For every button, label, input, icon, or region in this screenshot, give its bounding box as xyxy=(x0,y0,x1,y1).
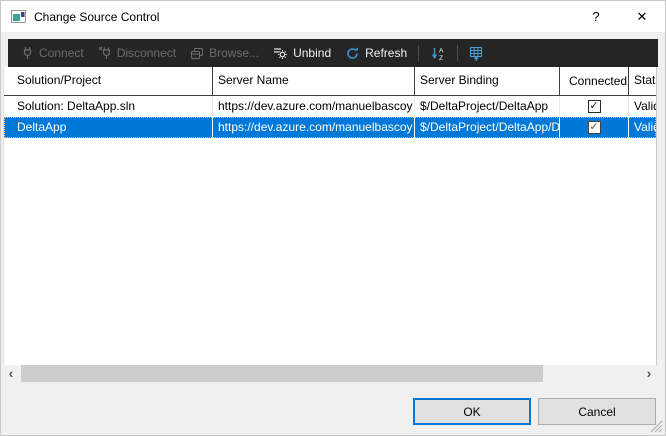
dialog-title: Change Source Control xyxy=(34,10,159,24)
close-button[interactable]: ✕ xyxy=(619,1,665,32)
column-header-solution-project[interactable]: Solution/Project xyxy=(4,67,213,95)
help-button[interactable]: ? xyxy=(573,1,619,32)
browse-button[interactable]: Browse... xyxy=(183,41,266,65)
connected-checkbox[interactable]: ✓ xyxy=(588,100,601,113)
unbind-label: Unbind xyxy=(293,46,331,60)
refresh-icon xyxy=(345,46,360,61)
browse-window-icon xyxy=(190,47,204,60)
plug-disconnect-icon xyxy=(98,46,112,60)
cell-status: Valid xyxy=(629,96,657,117)
scroll-right-arrow-icon[interactable]: › xyxy=(641,365,657,382)
toolbar-separator xyxy=(457,45,458,61)
column-header-server-name[interactable]: Server Name xyxy=(213,67,415,95)
column-header-server-binding[interactable]: Server Binding xyxy=(415,67,560,95)
unbind-icon xyxy=(273,46,288,60)
sort-letter-z: Z xyxy=(439,55,443,61)
disconnect-label: Disconnect xyxy=(117,46,176,60)
cell-solution-project: DeltaApp xyxy=(4,117,213,138)
cell-server-binding: $/DeltaProject/DeltaApp/D xyxy=(415,117,560,138)
dialog-icon xyxy=(11,10,26,23)
table-row-solution[interactable]: Solution: DeltaApp.sln https://dev.azure… xyxy=(4,96,656,117)
plug-icon xyxy=(21,46,34,60)
scrollbar-thumb[interactable] xyxy=(21,365,543,382)
connect-label: Connect xyxy=(39,46,84,60)
title-bar: Change Source Control ? ✕ xyxy=(1,1,665,32)
connected-checkbox[interactable]: ✓ xyxy=(588,121,601,134)
connect-button[interactable]: Connect xyxy=(14,41,91,65)
browse-label: Browse... xyxy=(209,46,259,60)
table-header-row: Solution/Project Server Name Server Bind… xyxy=(4,67,656,96)
table-row-deltaapp[interactable]: DeltaApp https://dev.azure.com/manuelbas… xyxy=(4,117,656,138)
cell-connected: ✓ xyxy=(560,117,629,138)
bindings-table: Solution/Project Server Name Server Bind… xyxy=(3,67,657,365)
ok-button[interactable]: OK xyxy=(413,398,531,425)
cell-server-binding: $/DeltaProject/DeltaApp xyxy=(415,96,560,117)
change-source-control-dialog: Change Source Control ? ✕ Connect Discon… xyxy=(0,0,666,436)
refresh-label: Refresh xyxy=(365,46,407,60)
horizontal-scrollbar[interactable]: ‹ › xyxy=(3,365,657,382)
sort-button[interactable]: A Z xyxy=(423,41,453,65)
unbind-button[interactable]: Unbind xyxy=(266,41,338,65)
cell-solution-project: Solution: DeltaApp.sln xyxy=(4,96,213,117)
refresh-button[interactable]: Refresh xyxy=(338,41,414,65)
cell-status: Valid xyxy=(629,117,657,138)
column-grid-icon xyxy=(469,46,484,61)
sort-letter-a: A xyxy=(439,47,444,54)
choose-columns-button[interactable] xyxy=(462,41,491,65)
column-header-status[interactable]: Status xyxy=(629,67,657,95)
cell-server-name: https://dev.azure.com/manuelbascoy xyxy=(213,117,415,138)
cell-server-name: https://dev.azure.com/manuelbascoy xyxy=(213,96,415,117)
scroll-left-arrow-icon[interactable]: ‹ xyxy=(3,365,19,382)
cell-connected: ✓ xyxy=(560,96,629,117)
disconnect-button[interactable]: Disconnect xyxy=(91,41,183,65)
source-control-toolbar: Connect Disconnect Browse... xyxy=(8,39,658,67)
sort-az-icon: A Z xyxy=(430,46,446,61)
column-header-connected[interactable]: Connected xyxy=(560,67,629,95)
toolbar-separator xyxy=(418,45,419,61)
resize-grip[interactable] xyxy=(650,420,663,433)
cancel-button[interactable]: Cancel xyxy=(538,398,656,425)
